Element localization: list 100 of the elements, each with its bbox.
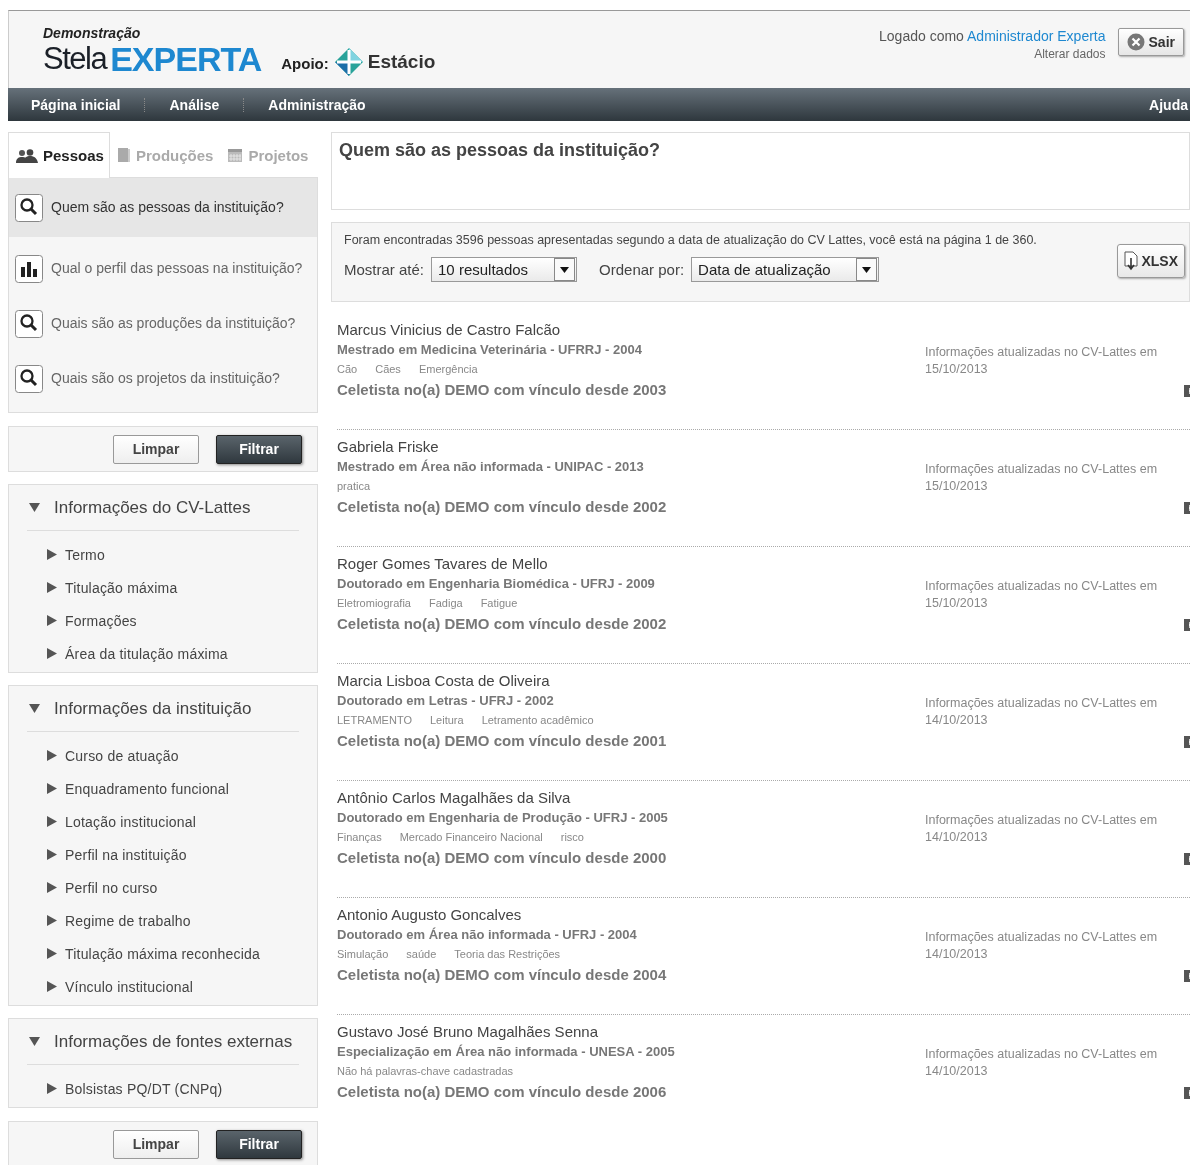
triangle-right-icon [47, 948, 57, 959]
triangle-right-icon [47, 981, 57, 992]
bond-text: Celetista no(a) DEMO com vínculo desde 2004 [337, 965, 668, 985]
filter-item[interactable]: Área da titulação máxima [47, 637, 299, 670]
keyword: Eletromiografia [337, 596, 411, 611]
logout-button[interactable]: Sair [1117, 28, 1184, 56]
keyword: Não há palavras-chave cadastradas [337, 1064, 514, 1079]
help-link[interactable]: Ajuda [1149, 96, 1188, 113]
logo-text: Stela [43, 42, 107, 76]
nav-link[interactable]: Página inicial [31, 96, 121, 113]
update-info: Informações atualizadas no CV-Lattes em 14/10/2013 [925, 929, 1159, 963]
triangle-right-icon [47, 750, 57, 761]
person-name[interactable]: Marcia Lisboa Costa de Oliveira [337, 671, 925, 691]
calendar-icon [227, 147, 244, 163]
sort-dropdown[interactable]: Data de atualização [691, 257, 880, 282]
caret-icon [862, 266, 872, 273]
keyword: Emergência [418, 362, 478, 377]
filter-item[interactable]: Perfil na instituição [47, 838, 299, 871]
filter-item[interactable]: Lotação institucional [47, 805, 299, 838]
triangle-right-icon [47, 849, 57, 860]
person-name[interactable]: Roger Gomes Tavares de Mello [337, 554, 925, 574]
triangle-right-icon [47, 816, 57, 827]
keyword: pratica [337, 479, 371, 494]
filter-item[interactable]: Bolsistas PQ/DT (CNPq) [47, 1072, 299, 1105]
show-label: Mostrar até: [344, 261, 425, 278]
keyword: Fadiga [429, 596, 463, 611]
search-icon [15, 364, 43, 393]
expand-icon[interactable] [1184, 385, 1190, 397]
person-name[interactable]: Antonio Augusto Goncalves [337, 905, 925, 925]
update-info: Informações atualizadas no CV-Lattes em 15/10/2013 [925, 578, 1159, 612]
clear-button[interactable]: Limpar [113, 1129, 199, 1159]
keyword: Teoria das Restrições [454, 947, 561, 962]
degree-text: Doutorado em Letras - UFRJ - 2002 [337, 692, 555, 710]
page-title: Quem são as pessoas da instituição? [339, 140, 662, 161]
book-icon [116, 147, 131, 163]
filter-item[interactable]: Termo [47, 538, 299, 571]
nav-link[interactable]: Análise [169, 96, 220, 113]
bond-text: Celetista no(a) DEMO com vínculo desde 2003 [337, 380, 668, 400]
question-item[interactable]: Quais são as produções da instituição? [9, 296, 317, 351]
filter-button[interactable]: Filtrar [216, 434, 302, 464]
expand-icon[interactable] [1184, 502, 1190, 514]
search-icon [15, 309, 43, 338]
order-label: Ordenar por: [599, 261, 685, 278]
filter-item[interactable]: Curso de atuação [47, 739, 299, 772]
sponsor-name: Estácio [367, 51, 436, 73]
results-count-dropdown[interactable]: 10 resultados [431, 257, 578, 282]
filter-item[interactable]: Titulação máxima [47, 571, 299, 604]
update-info: Informações atualizadas no CV-Lattes em 14/10/2013 [925, 695, 1159, 729]
clear-button[interactable]: Limpar [113, 434, 199, 464]
person-name[interactable]: Antônio Carlos Magalhães da Silva [337, 788, 925, 808]
keyword: saúde [406, 947, 437, 962]
keyword: risco [560, 830, 584, 845]
triangle-right-icon [47, 648, 57, 659]
expand-icon[interactable] [1184, 853, 1190, 865]
bond-text: Celetista no(a) DEMO com vínculo desde 2001 [337, 731, 668, 751]
filter-item[interactable]: Regime de trabalho [47, 904, 299, 937]
keyword: Cão [337, 362, 358, 377]
diamond-logo-icon [333, 47, 364, 77]
user-link[interactable]: Administrador Experta [967, 28, 1106, 44]
filter-item[interactable]: Formações [47, 604, 299, 637]
keyword: Letramento acadêmico [481, 713, 594, 728]
triangle-down-icon [29, 703, 40, 714]
filter-item[interactable]: Titulação máxima reconhecida [47, 937, 299, 970]
person-name[interactable]: Gustavo José Bruno Magalhães Senna [337, 1022, 925, 1042]
expand-icon[interactable] [1184, 736, 1190, 748]
bar-chart-icon [15, 254, 43, 283]
nav-link[interactable]: Administração [268, 96, 366, 113]
filter-item[interactable]: Enquadramento funcional [47, 772, 299, 805]
filter-item[interactable]: Perfil no curso [47, 871, 299, 904]
keyword: Simulação [337, 947, 389, 962]
edit-profile-link[interactable]: Alterar dados [1034, 47, 1106, 61]
sponsor-label: Apoio: [281, 54, 329, 72]
person-name[interactable]: Marcus Vinicius de Castro Falcão [337, 320, 925, 340]
triangle-right-icon [47, 915, 57, 926]
keyword: Leitura [430, 713, 464, 728]
person-name[interactable]: Gabriela Friske [337, 437, 925, 457]
triangle-right-icon [47, 582, 57, 593]
update-info: Informações atualizadas no CV-Lattes em 15/10/2013 [925, 344, 1159, 378]
expand-icon[interactable] [1184, 1087, 1190, 1099]
question-item[interactable]: Quem são as pessoas da instituição? [9, 178, 317, 237]
filter-group-header[interactable]: Informações da instituição [27, 686, 299, 732]
question-item[interactable]: Qual o perfil das pessoas na instituição? [9, 241, 317, 296]
bond-text: Celetista no(a) DEMO com vínculo desde 2006 [337, 1082, 668, 1102]
triangle-right-icon [47, 549, 57, 560]
filter-group-header[interactable]: Informações do CV-Lattes [27, 485, 299, 531]
triangle-right-icon [47, 1083, 57, 1094]
triangle-down-icon [29, 1036, 40, 1047]
keyword: LETRAMENTO [337, 713, 412, 728]
tab[interactable]: Pessoas [8, 132, 110, 178]
expand-icon[interactable] [1184, 619, 1190, 631]
filter-button[interactable]: Filtrar [216, 1129, 302, 1159]
results-summary: Foram encontradas 3596 pessoas apresentadas segundo a data de atualização do CV Lattes, você está na página 1 de 360. [344, 233, 1037, 247]
filter-group-header[interactable]: Informações de fontes externas [27, 1019, 299, 1065]
download-icon [1124, 251, 1139, 271]
demo-label: Demonstração [43, 25, 142, 41]
question-item[interactable]: Quais são os projetos da instituição? [9, 351, 317, 406]
expand-icon[interactable] [1184, 970, 1190, 982]
triangle-right-icon [47, 615, 57, 626]
export-button[interactable]: XLSX [1117, 244, 1185, 278]
filter-item[interactable]: Vínculo institucional [47, 970, 299, 1003]
